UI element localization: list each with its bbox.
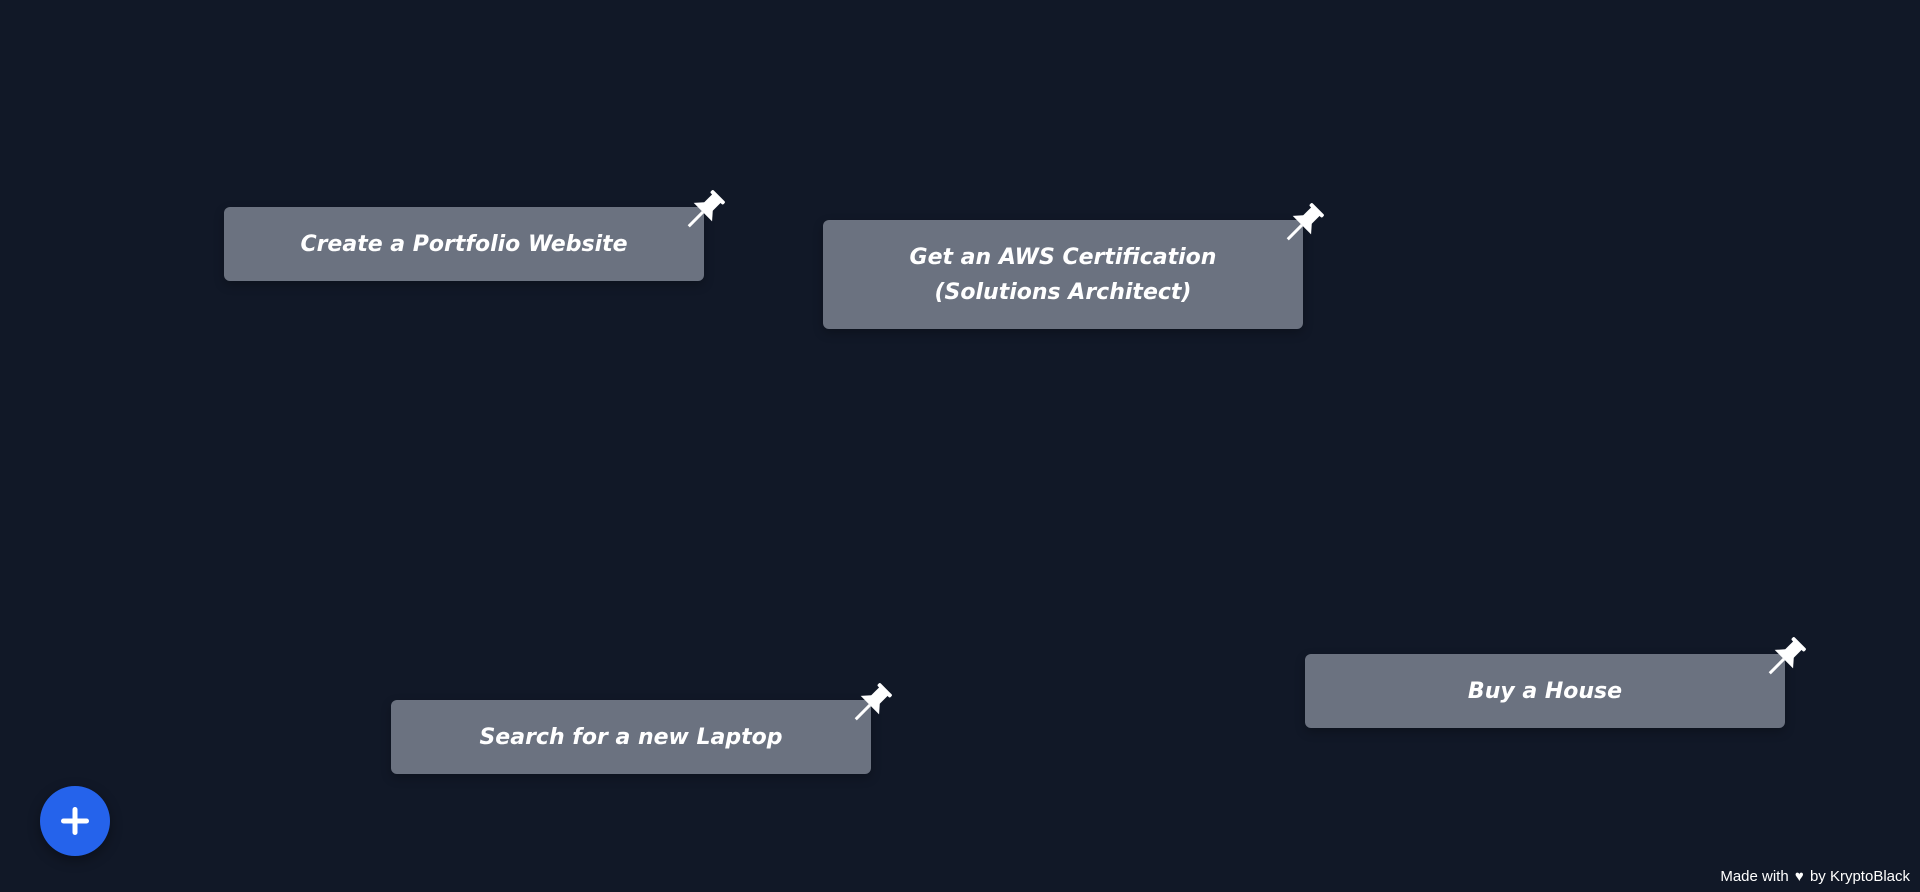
sticky-note[interactable]: Search for a new Laptop bbox=[391, 683, 892, 774]
add-note-button[interactable] bbox=[40, 786, 110, 856]
note-text: Create a Portfolio Website bbox=[300, 231, 628, 257]
sticky-board: Create a Portfolio Website Get an AWS Ce… bbox=[0, 0, 1920, 892]
pushpin-icon[interactable] bbox=[1761, 632, 1811, 682]
pushpin-icon[interactable] bbox=[1279, 198, 1329, 248]
footer-prefix: Made with bbox=[1720, 868, 1789, 885]
heart-icon: ♥ bbox=[1794, 868, 1804, 885]
sticky-note[interactable]: Buy a House bbox=[1305, 637, 1806, 728]
pushpin-icon[interactable] bbox=[680, 185, 730, 235]
plus-icon bbox=[61, 807, 89, 835]
sticky-note[interactable]: Get an AWS Certification (Solutions Arch… bbox=[823, 203, 1324, 329]
note-text: Search for a new Laptop bbox=[479, 724, 783, 750]
note-text: Get an AWS Certification (Solutions Arch… bbox=[909, 244, 1217, 305]
footer-credit: Made with ♥ by KryptoBlack bbox=[1720, 868, 1910, 885]
pushpin-icon[interactable] bbox=[847, 678, 897, 728]
note-text: Buy a House bbox=[1467, 678, 1623, 704]
footer-suffix: by KryptoBlack bbox=[1809, 868, 1910, 885]
sticky-note[interactable]: Create a Portfolio Website bbox=[224, 190, 725, 281]
